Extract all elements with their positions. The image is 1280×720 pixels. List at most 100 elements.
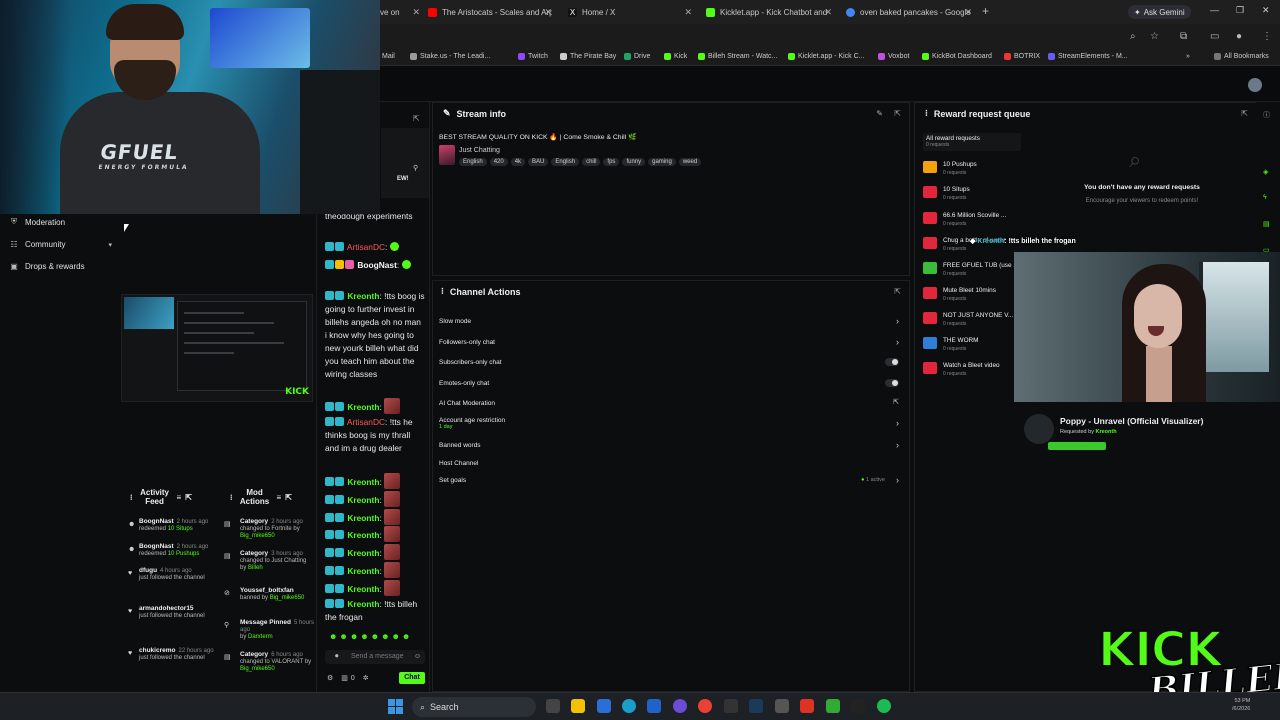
all-bookmarks[interactable]: All Bookmarks — [1214, 53, 1269, 60]
pinned-message[interactable]: EW! ⚲ — [381, 128, 429, 198]
browser-tab[interactable]: The Aristocats - Scales and Arp ✕ — [428, 3, 552, 21]
subscribers-only-toggle[interactable] — [885, 358, 899, 366]
clipboard-icon[interactable]: ▤ — [1263, 220, 1270, 228]
sidebar-item-community[interactable]: ☷ Community ▾ — [10, 240, 112, 249]
reward-item[interactable]: 10 Situps 0 requests — [923, 184, 1019, 206]
mod-action-user[interactable]: Big_mike650 — [240, 666, 275, 672]
bookmark[interactable]: KickBot Dashboard — [922, 53, 992, 60]
drag-handle-icon[interactable]: ⁝ — [925, 108, 928, 119]
chat-username[interactable]: Kreonth — [347, 513, 379, 523]
close-icon[interactable]: ✕ — [412, 7, 420, 18]
reward-item[interactable]: NOT JUST ANYONE V... 0 requests — [923, 310, 1019, 332]
bookmark[interactable]: Twitch — [518, 53, 548, 60]
reward-item[interactable]: Mute Bleet 10mins 0 requests — [923, 285, 1019, 307]
bookmark[interactable]: Billeh Stream - Watc... — [698, 53, 777, 60]
popout-icon[interactable]: ⇱ — [894, 109, 901, 118]
feed-user[interactable]: chukicremo — [139, 647, 176, 654]
feed-user[interactable]: armandohector15 — [139, 605, 194, 612]
lightning-icon[interactable]: ϟ — [1263, 194, 1267, 201]
menu-icon[interactable]: ⋮ — [1262, 31, 1272, 42]
taskbar-search[interactable]: ⌕ Search — [412, 697, 536, 717]
chat-username[interactable]: Kreonth — [347, 291, 379, 301]
bookmark[interactable]: BOTRIX — [1004, 53, 1040, 60]
slow-mode-row[interactable]: Slow mode › — [439, 316, 907, 326]
task-view-icon[interactable] — [546, 699, 560, 713]
maximize-icon[interactable]: ❐ — [1236, 5, 1244, 16]
stream-category[interactable]: Just Chatting — [459, 147, 500, 154]
bookmarks-overflow-icon[interactable]: » — [1186, 53, 1190, 60]
terminal-icon[interactable] — [826, 699, 840, 713]
edge-icon[interactable] — [622, 699, 636, 713]
record-icon[interactable] — [800, 699, 814, 713]
chat-username[interactable]: Kreonth — [347, 530, 379, 540]
windows-start-button[interactable] — [388, 699, 403, 714]
banned-words-row[interactable]: Banned words › — [439, 440, 907, 450]
set-goals-row[interactable]: Set goals ● 1 active › — [439, 475, 907, 485]
sidebar-item-drops-rewards[interactable]: ▣ Drops & rewards — [10, 262, 112, 271]
browser-tab[interactable]: Kicklet.app - Kick Chatbot and ✕ — [706, 3, 832, 21]
chat-username[interactable]: Kreonth — [347, 495, 379, 505]
reward-item[interactable]: 66.6 Million Scoville ... 0 requests — [923, 210, 1019, 232]
chat-username[interactable]: ArtisanDC — [347, 242, 385, 252]
reward-item[interactable]: 10 Pushups 0 requests — [923, 159, 1019, 181]
chat-username[interactable]: Kreonth — [347, 584, 379, 594]
close-window-icon[interactable]: ✕ — [1262, 5, 1270, 16]
reward-item[interactable]: THE WORM 0 requests — [923, 335, 1019, 357]
avatar[interactable] — [1248, 78, 1262, 92]
screenshot-icon[interactable]: ▭ — [1210, 31, 1219, 42]
extensions-icon[interactable]: ⧉ — [1180, 31, 1187, 42]
reward-item[interactable]: Watch a Bleet video 0 requests — [923, 360, 1019, 382]
chrome-icon[interactable] — [698, 699, 712, 713]
mod-action-user[interactable]: Big_mike650 — [240, 533, 275, 539]
zoom-icon[interactable]: ⌕ — [1130, 31, 1136, 42]
chat-input[interactable]: Send a message ⏺ ☺ — [325, 650, 425, 664]
browser-tab[interactable]: oven baked pancakes - Google ✕ — [846, 3, 972, 21]
bookmark[interactable]: The Pirate Bay — [560, 53, 616, 60]
pin-icon[interactable]: ⚲ — [413, 164, 418, 172]
reward-item[interactable]: FREE GFUEL TUB (use ... 0 requests — [923, 260, 1019, 282]
close-icon[interactable]: ✕ — [824, 7, 832, 18]
host-channel-row[interactable]: Host Channel — [439, 460, 907, 467]
bookmark[interactable]: Kicklet.app - Kick C... — [788, 53, 865, 60]
bookmark-star-icon[interactable]: ☆ — [1150, 31, 1159, 42]
emoji-icon[interactable]: ☺ — [414, 650, 421, 664]
bookmark[interactable]: Kick — [664, 53, 687, 60]
feed-user[interactable]: BoognNast — [139, 518, 174, 525]
chat-username[interactable]: Kreonth — [347, 548, 379, 558]
send-chat-button[interactable]: Chat — [399, 672, 425, 684]
xbox-icon[interactable] — [724, 699, 738, 713]
bookmark[interactable]: StreamElements - M... — [1048, 53, 1128, 60]
bookmark[interactable]: Stake.us - The Leadi... — [410, 53, 490, 60]
system-clock[interactable]: 53 PM/6/2026 — [1232, 697, 1250, 713]
popout-icon[interactable]: ⇱ — [285, 493, 292, 502]
trash-icon[interactable]: ▥ — [341, 675, 351, 682]
browser-tab[interactable]: ve on ✕ — [380, 3, 420, 21]
chat-username[interactable]: Kreonth — [347, 599, 379, 609]
profile-icon[interactable]: ● — [1236, 31, 1242, 42]
ai-moderation-row[interactable]: AI Chat Moderation ⇱ — [439, 399, 907, 407]
popout-icon[interactable]: ⇱ — [413, 114, 420, 123]
quick-emote-bar[interactable]: ☻☻☻☻☻☻☻☻ — [329, 632, 412, 641]
feed-user[interactable]: dfugu — [139, 567, 157, 574]
bookmark[interactable]: Drive — [624, 53, 650, 60]
epic-games-icon[interactable] — [851, 699, 865, 713]
outlook-icon[interactable] — [647, 699, 661, 713]
file-explorer-icon[interactable] — [571, 699, 585, 713]
discord-icon[interactable] — [673, 699, 687, 713]
chat-username[interactable]: Kreonth — [347, 477, 379, 487]
bookmark[interactable]: Voxbot — [878, 53, 909, 60]
feed-user[interactable]: BoognNast — [139, 543, 174, 550]
followers-only-row[interactable]: Followers-only chat › — [439, 337, 907, 347]
bot-icon[interactable]: ◈ — [1263, 168, 1268, 176]
chat-username[interactable]: Kreonth — [347, 566, 379, 576]
popout-icon[interactable]: ⇱ — [1241, 109, 1248, 118]
close-icon[interactable]: ✕ — [544, 7, 552, 18]
stream-preview[interactable]: KICK — [121, 294, 313, 402]
new-tab-button[interactable]: + — [982, 4, 989, 18]
store-icon[interactable] — [597, 699, 611, 713]
ask-gemini-button[interactable]: ✦ Ask Gemini — [1128, 5, 1191, 19]
account-age-row[interactable]: Account age restriction 1 day › — [439, 417, 907, 430]
sidebar-item-moderation[interactable]: ⛨ Moderation — [10, 217, 112, 227]
popout-icon[interactable]: ⇱ — [894, 287, 901, 296]
emotes-only-toggle[interactable] — [885, 379, 899, 387]
